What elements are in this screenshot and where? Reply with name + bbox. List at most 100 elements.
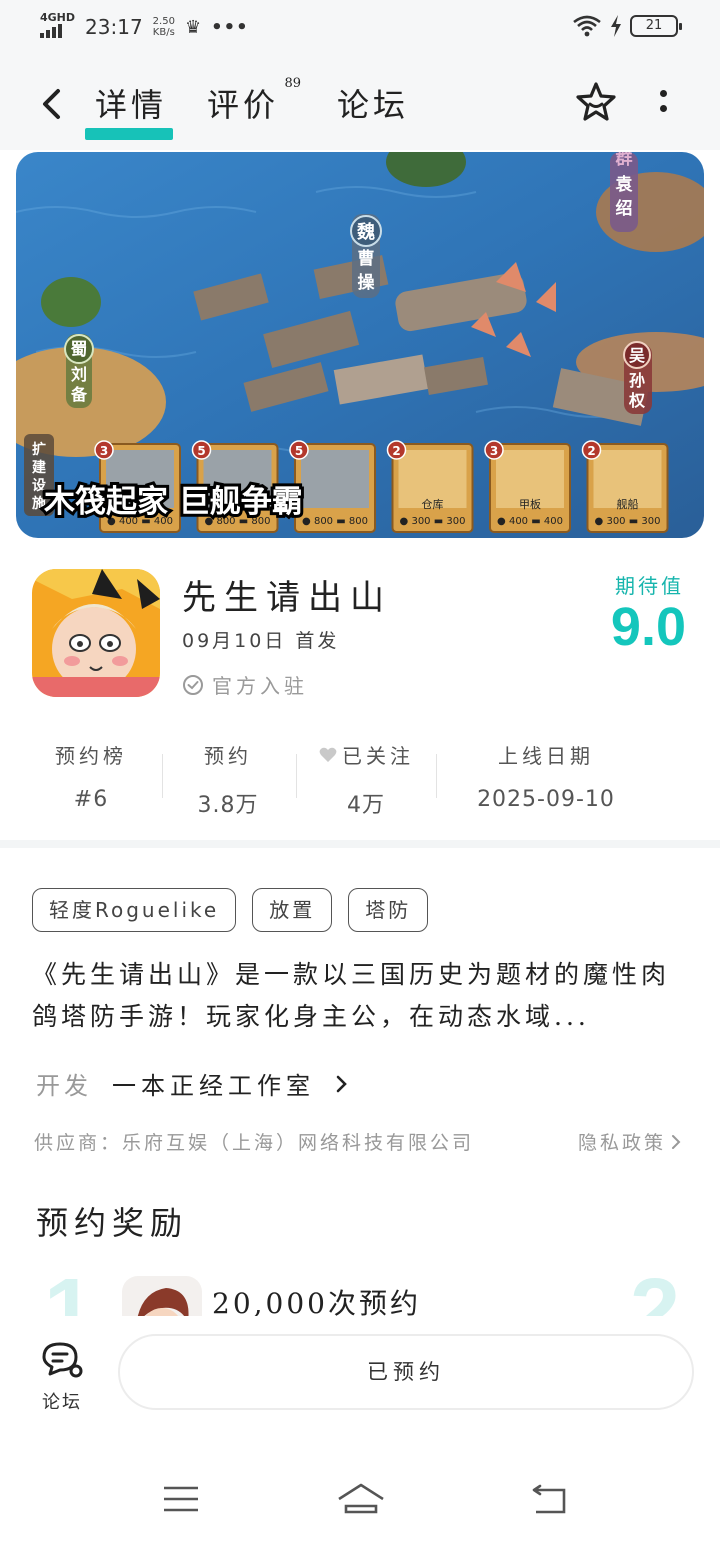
tag-item[interactable]: 轻度Roguelike [32,888,237,932]
network-speed: 2.50 KB/s [153,16,175,38]
reward-description: 20,000次预约 [212,1287,421,1316]
leader-shu-char-2: 备 [70,385,88,404]
stat-launch-date: 上线日期 2025-09-10 [456,740,636,812]
card-cost: ● 800 ▬ 800 [302,516,368,527]
leader-wei-char-2: 操 [358,272,375,293]
leader-shu: 刘备 [70,365,88,404]
game-banner[interactable]: 魏 蜀 吴 群 曹操 刘备 孙权 袁绍 扩建设施 3 ● 400 ▬ 400 5 ● … [16,152,704,538]
forum-label: 论坛 [42,1392,82,1413]
card-cost: ● 400 ▬ 400 [497,516,563,527]
tab-reviews-label: 评价 [207,86,280,124]
divider [296,754,297,798]
card-name: 仓库 [422,497,444,511]
stat-label: 预约榜 [55,744,127,768]
expectation-label: 期待值 [615,574,684,598]
tab-forum-label: 论坛 [337,86,410,124]
check-circle-icon [183,674,203,695]
status-left: 4GHD 23:17 2.50 KB/s ♛ ••• [40,12,249,42]
card-level: 2 [392,444,400,458]
crown-icon: ♛ [184,16,202,38]
stat-label: 预约 [204,744,252,768]
reservation-rewards-carousel[interactable]: 1 20,000次预约 2 [0,1268,720,1316]
more-options-button[interactable] [652,86,674,120]
card-level: 3 [100,444,108,458]
dot-icon [659,90,667,97]
stat-label: 已关注 [342,744,414,768]
faction-wu: 吴 [629,346,645,365]
leader-qun-char-2: 绍 [616,198,633,219]
banner-slogan: 木筏起家 巨舰争霸 [43,484,303,520]
chevron-right-icon [336,1075,347,1092]
leader-qun-char-1: 袁 [615,175,633,195]
leader-wu-char-1: 孙 [629,371,645,390]
stat-value: 3.8万 [197,793,259,818]
more-notifications-icon: ••• [211,16,249,38]
dot-icon [659,105,667,112]
reward-rank: 1 [44,1268,94,1316]
card-cost: ● 300 ▬ 300 [400,516,466,527]
tab-forum[interactable]: 论坛 [337,80,409,126]
clock: 23:17 [85,15,143,39]
home-icon[interactable] [336,1482,386,1516]
tab-reviews[interactable]: 评价 89 [207,76,301,126]
app-icon-image [32,569,160,697]
leader-wei-char-1: 曹 [358,249,375,269]
wifi-icon [573,15,601,37]
privacy-policy-label: 隐私政策 [578,1132,667,1154]
building-card: 2 仓库 ● 300 ▬ 300 [386,440,474,533]
card-cost: ● 300 ▬ 300 [595,516,661,527]
stat-value: #6 [73,787,109,812]
speed-unit: KB/s [152,27,175,38]
release-date: 09月10日 首发 [182,630,340,652]
leader-shu-char-1: 刘 [71,365,87,384]
reward-rank: 2 [630,1268,680,1316]
battery-indicator: 21 [630,15,682,37]
charging-icon [611,15,621,37]
divider [162,754,163,798]
faction-wei: 魏 [356,221,375,243]
stat-value: 2025-09-10 [477,787,615,812]
game-description[interactable]: 《先生请出山》是一款以三国历史为题材的魔性肉鸽塔防手游！玩家化身主公，在动态水域… [32,954,692,1038]
stat-value: 4万 [347,793,385,818]
card-level: 3 [490,444,498,458]
tab-details-label: 详情 [95,86,168,124]
banner-artwork: 魏 蜀 吴 群 曹操 刘备 孙权 袁绍 扩建设施 3● 400 ▬ 4005● … [16,152,704,538]
reward-avatar-image [122,1276,202,1316]
app-title: 先生请出山 [182,578,392,618]
developer-link[interactable]: 开发 一本正经工作室 [36,1066,349,1101]
speed-value: 2.50 [152,16,175,27]
top-navigation: 详情 评价 89 论坛 [0,56,720,150]
back-button[interactable] [36,86,68,122]
tag-item[interactable]: 放置 [252,888,333,932]
tag-list: 轻度Roguelike 放置 塔防 [32,888,429,932]
stat-followers[interactable]: 已关注 4万 [306,740,426,819]
stat-label-wrap: 已关注 [306,740,426,769]
reward-avatar [122,1276,202,1316]
app-icon[interactable] [32,569,160,697]
developer-label: 开发 [36,1072,92,1100]
tab-details[interactable]: 详情 [84,80,174,140]
reservation-rewards-title: 预约奖励 [36,1204,189,1242]
building-card: 3 甲板 ● 400 ▬ 400 [484,440,571,533]
system-navigation-bar [0,1426,720,1544]
signal-bars-icon [40,22,62,38]
supplier-info: 供应商：乐府互娱（上海）网络科技有限公司 [34,1132,475,1154]
faction-shu: 蜀 [71,340,88,360]
favorite-star-button[interactable] [574,80,618,124]
card-level: 5 [295,444,303,458]
status-bar: 4GHD 23:17 2.50 KB/s ♛ ••• 21 [0,0,720,56]
stat-label: 上线日期 [498,744,594,768]
leader-wu-char-2: 权 [628,391,646,410]
menu-icon[interactable] [162,1484,200,1514]
tag-item[interactable]: 塔防 [348,888,429,932]
reserved-button[interactable]: 已预约 [118,1334,694,1410]
leader-wu: 孙权 [628,371,646,410]
tab-bar: 详情 评价 89 论坛 [84,76,409,140]
stat-reservation-rank[interactable]: 预约榜 #6 [36,740,146,812]
building-card: 2 舰船 ● 300 ▬ 300 [581,440,669,533]
privacy-policy-link[interactable]: 隐私政策 [578,1128,682,1155]
signal-indicator: 4GHD [40,12,75,42]
status-right: 21 [572,14,682,38]
forum-shortcut[interactable]: 论坛 [38,1340,86,1414]
back-nav-icon[interactable] [530,1484,570,1516]
